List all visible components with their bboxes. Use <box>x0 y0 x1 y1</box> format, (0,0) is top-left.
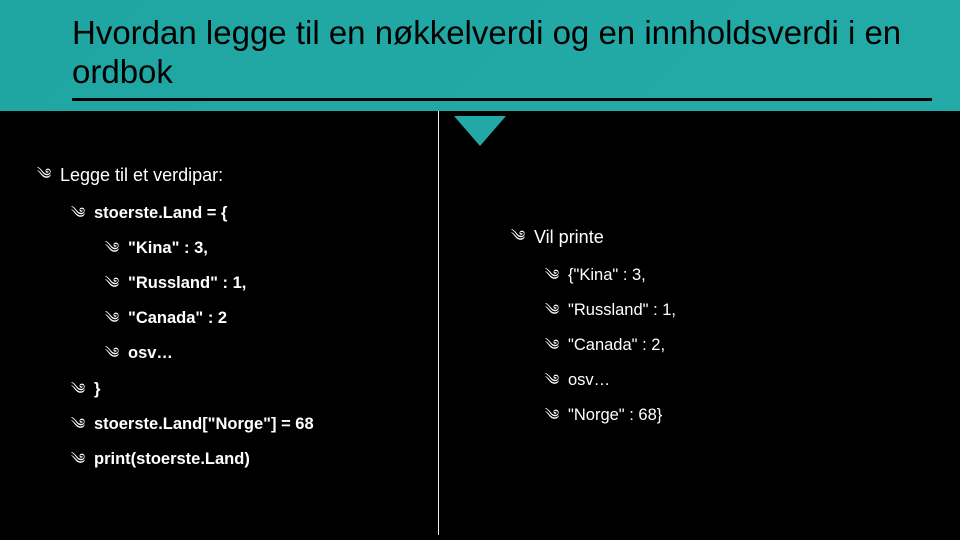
right-item: ༄ "Norge" : 68} <box>544 404 910 427</box>
text: Vil printe <box>534 225 604 250</box>
text: "Kina" : 3, <box>128 237 208 260</box>
text: stoerste.Land["Norge"] = 68 <box>94 413 314 436</box>
left-print: ༄ print(stoerste.Land) <box>70 448 416 471</box>
right-item: ༄ "Russland" : 1, <box>544 299 910 322</box>
bullet-icon: ༄ <box>104 239 120 259</box>
right-item: ༄ "Canada" : 2, <box>544 334 910 357</box>
left-column: ༄ Legge til et verdipar: ༄ stoerste.Land… <box>36 163 416 483</box>
bullet-icon: ༄ <box>104 309 120 329</box>
bullet-icon: ༄ <box>510 227 526 247</box>
bullet-icon: ༄ <box>70 415 86 435</box>
left-assign: ༄ stoerste.Land["Norge"] = 68 <box>70 413 416 436</box>
left-intro: ༄ Legge til et verdipar: <box>36 163 416 188</box>
bullet-icon: ༄ <box>104 274 120 294</box>
bullet-icon: ༄ <box>70 204 86 224</box>
title-header: Hvordan legge til en nøkkelverdi og en i… <box>0 0 960 111</box>
bullet-icon: ༄ <box>70 380 86 400</box>
left-item: ༄ osv… <box>104 342 416 365</box>
left-dict-open: ༄ stoerste.Land = { <box>70 202 416 225</box>
slide-body: ༄ Legge til et verdipar: ༄ stoerste.Land… <box>0 111 960 535</box>
text: {"Kina" : 3, <box>568 264 646 287</box>
left-item: ༄ "Russland" : 1, <box>104 272 416 295</box>
title-underline <box>72 98 932 101</box>
bullet-icon: ༄ <box>544 266 560 286</box>
right-item: ༄ osv… <box>544 369 910 392</box>
left-dict-close: ༄ } <box>70 378 416 401</box>
slide-title: Hvordan legge til en nøkkelverdi og en i… <box>72 14 932 92</box>
bullet-icon: ༄ <box>544 336 560 356</box>
center-divider <box>438 111 439 535</box>
text: stoerste.Land = { <box>94 202 227 225</box>
text: osv… <box>568 369 610 392</box>
left-item: ༄ "Kina" : 3, <box>104 237 416 260</box>
bullet-icon: ༄ <box>544 406 560 426</box>
text: osv… <box>128 342 173 365</box>
bullet-icon: ༄ <box>104 344 120 364</box>
text: print(stoerste.Land) <box>94 448 250 471</box>
bullet-icon: ༄ <box>36 165 52 185</box>
bullet-icon: ༄ <box>544 301 560 321</box>
text: } <box>94 378 100 401</box>
right-column: ༄ Vil printe ༄ {"Kina" : 3, ༄ "Russland"… <box>510 225 910 440</box>
text: "Canada" : 2, <box>568 334 665 357</box>
text: "Canada" : 2 <box>128 307 227 330</box>
text: "Russland" : 1, <box>128 272 246 295</box>
right-item: ༄ {"Kina" : 3, <box>544 264 910 287</box>
left-item: ༄ "Canada" : 2 <box>104 307 416 330</box>
bullet-icon: ༄ <box>70 450 86 470</box>
text: Legge til et verdipar: <box>60 163 223 188</box>
bullet-icon: ༄ <box>544 371 560 391</box>
text: "Russland" : 1, <box>568 299 676 322</box>
text: "Norge" : 68} <box>568 404 662 427</box>
right-intro: ༄ Vil printe <box>510 225 910 250</box>
